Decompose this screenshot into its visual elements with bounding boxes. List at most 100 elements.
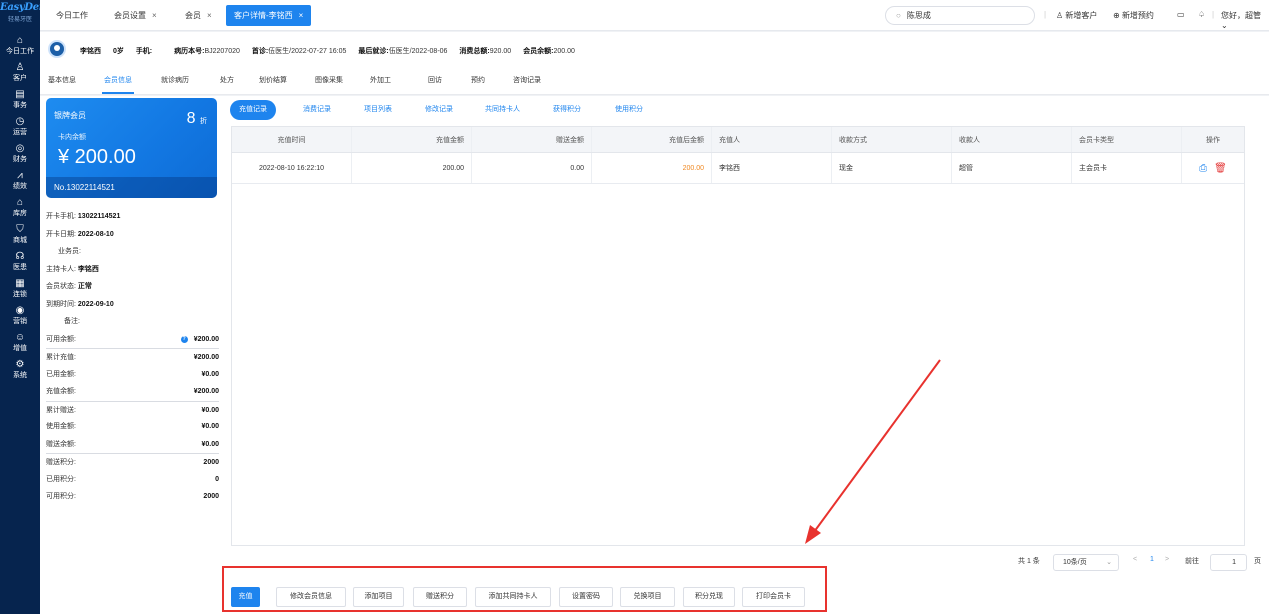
bell-icon[interactable]: ♤	[1198, 10, 1205, 19]
column-header: 充值人	[712, 127, 832, 152]
recharge-button[interactable]: 充值	[231, 587, 260, 607]
tab-member-settings[interactable]: 会员设置 ×	[106, 5, 165, 26]
tab-co-holders[interactable]: 共同持卡人	[485, 100, 520, 120]
info-row: 到期时间: 2022-09-10	[46, 296, 219, 314]
first-visit: 伍医生/2022-07-27 16:05	[268, 48, 347, 55]
close-icon[interactable]: ×	[207, 11, 212, 20]
tab-prescription[interactable]: 处方	[220, 75, 234, 85]
user-menu[interactable]: 您好，超管 ⌄	[1221, 10, 1269, 30]
tab-today[interactable]: 今日工作	[48, 5, 96, 26]
tab-basic-info[interactable]: 基本信息	[48, 75, 76, 85]
print-card-button[interactable]: 打印会员卡	[742, 587, 805, 607]
print-icon[interactable]: ⎙	[1199, 163, 1207, 174]
patient-age: 0岁	[112, 48, 124, 55]
info-value: ¥0.00	[201, 423, 219, 430]
card-discount: 8 折	[187, 110, 207, 128]
tab-consumption-records[interactable]: 消费记录	[303, 100, 331, 120]
tab-customer-detail[interactable]: 客户详情-李铭西 ×	[226, 5, 312, 26]
tab-earned-points[interactable]: 获得积分	[553, 100, 581, 120]
info-label: 使用金额:	[46, 423, 76, 430]
column-header: 充值后金额	[592, 127, 712, 152]
add-co-holder-button[interactable]: 添加共同持卡人	[475, 587, 551, 607]
patient-bar: 李铭西 0岁 手机: 病历本号:BJ2207020 首诊:伍医生/2022-07…	[40, 32, 1269, 68]
tab-follow-up[interactable]: 回访	[428, 75, 442, 85]
close-icon[interactable]: ×	[152, 11, 157, 20]
last-visit: 伍医生/2022-08-06	[388, 48, 448, 55]
points-cashout-button[interactable]: 积分兑现	[683, 587, 735, 607]
nav-item-today[interactable]: ⌂ 今日工作	[0, 32, 40, 59]
nav-item-affairs[interactable]: ▤ 事务	[0, 86, 40, 113]
nav-item-patients[interactable]: ☊ 医患	[0, 248, 40, 275]
greeting: 您好，超管	[1221, 11, 1261, 20]
nav-item-performance[interactable]: ⩘ 绩效	[0, 167, 40, 194]
table-row: 2022-08-10 16:22:10 200.00 0.00 200.00 李…	[232, 153, 1244, 184]
clock-icon: ◷	[15, 116, 25, 127]
tab-consultation[interactable]: 咨询记录	[513, 75, 541, 85]
set-password-button[interactable]: 设置密码	[559, 587, 613, 607]
info-value: ¥200.00	[193, 354, 219, 361]
tab-recharge-records[interactable]: 充值记录	[230, 100, 276, 120]
table-header: 充值时间 充值金额 赠送金额 充值后金额 充值人 收款方式 收款人 会员卡类型 …	[232, 127, 1244, 153]
info-row: 已用积分: 0	[46, 471, 219, 489]
logo-subtext: 轻易牙医	[7, 17, 32, 23]
top-bar: 今日工作 会员设置 × 会员 × 客户详情-李铭西 × ○ 陈思成 | ♙ 新增客户 ⊕…	[40, 0, 1269, 31]
main-content: 银牌会员 8 折 卡内余额 ¥ 200.00 No.13022114521 开卡…	[40, 96, 1269, 614]
tab-medical-records[interactable]: 就诊病历	[161, 75, 189, 85]
info-value: 0	[215, 475, 219, 483]
nav-item-mall[interactable]: ⛉ 商城	[0, 221, 40, 248]
tab-images[interactable]: 图像采集	[315, 75, 343, 85]
page-size-select[interactable]: 10条/页 ⌄	[1053, 554, 1119, 571]
nav-item-chain[interactable]: ▦ 连锁	[0, 275, 40, 302]
prev-page-button[interactable]: <	[1133, 556, 1137, 563]
page-number[interactable]: 1	[1150, 556, 1154, 563]
info-label: 已用金额:	[46, 370, 76, 378]
gift-points-button[interactable]: 赠送积分	[413, 587, 467, 607]
nav-item-finance[interactable]: ◎ 财务	[0, 140, 40, 167]
tab-member[interactable]: 会员 ×	[177, 5, 220, 26]
info-value: 2000	[203, 493, 219, 500]
info-label: 开卡日期:	[46, 230, 76, 238]
tab-external-processing[interactable]: 外加工	[370, 75, 391, 85]
info-label: 主持卡人:	[46, 265, 76, 273]
info-row: 使用金额: ¥0.00	[46, 418, 219, 436]
next-page-button[interactable]: >	[1165, 556, 1169, 563]
logo-text: EasyDent	[0, 2, 51, 13]
nav-item-system[interactable]: ⚙ 系统	[0, 356, 40, 383]
tab-used-points[interactable]: 使用积分	[615, 100, 643, 120]
add-project-button[interactable]: 添加项目	[353, 587, 404, 607]
info-row: 开卡日期: 2022-08-10	[46, 226, 219, 244]
message-icon[interactable]: ▭	[1177, 10, 1185, 19]
info-label: 到期时间:	[46, 300, 76, 308]
nav-item-value-added[interactable]: ☺ 增值	[0, 329, 40, 356]
tab-billing[interactable]: 划价结算	[259, 75, 287, 85]
tab-appointment[interactable]: 预约	[471, 75, 485, 85]
tab-project-list[interactable]: 项目列表	[364, 100, 392, 120]
tab-modification-records[interactable]: 修改记录	[425, 100, 453, 120]
goto-page-input[interactable]: 1	[1210, 554, 1247, 571]
phone-label: 手机:	[135, 48, 153, 55]
info-value: 2000	[203, 459, 219, 466]
edit-member-info-button[interactable]: 修改会员信息	[276, 587, 346, 607]
nav-item-operation[interactable]: ◷ 运营	[0, 113, 40, 140]
people-icon: ☊	[15, 251, 25, 262]
action-bar: 充值 修改会员信息 添加项目 赠送积分 添加共同持卡人 设置密码 兑换项目 积分…	[222, 566, 827, 612]
tab-member-info[interactable]: 会员信息	[102, 75, 134, 94]
question-icon[interactable]: ?	[180, 335, 188, 343]
info-row: 业务员:	[46, 243, 219, 261]
nav-item-warehouse[interactable]: ⌂ 库房	[0, 194, 40, 221]
search-input[interactable]: ○ 陈思成	[885, 6, 1035, 25]
delete-icon[interactable]: 🗑	[1214, 163, 1227, 174]
pagination-total: 共 1 条	[1018, 558, 1040, 565]
info-label: 累计充值:	[46, 354, 76, 361]
nav-item-marketing[interactable]: ◉ 营销	[0, 302, 40, 329]
new-appointment-button[interactable]: ⊕ 新增预约	[1113, 10, 1154, 21]
new-customer-button[interactable]: ♙ 新增客户	[1056, 10, 1097, 21]
info-value: 李铭西	[77, 265, 99, 273]
tab-label: 今日工作	[56, 11, 88, 20]
redeem-project-button[interactable]: 兑换项目	[620, 587, 675, 607]
info-value: ¥200.00	[193, 388, 219, 395]
close-icon[interactable]: ×	[299, 11, 304, 20]
cell-payee: 超管	[952, 153, 1072, 183]
nav-item-customer[interactable]: ♙ 客户	[0, 59, 40, 86]
cart-icon: ⛉	[16, 224, 24, 235]
